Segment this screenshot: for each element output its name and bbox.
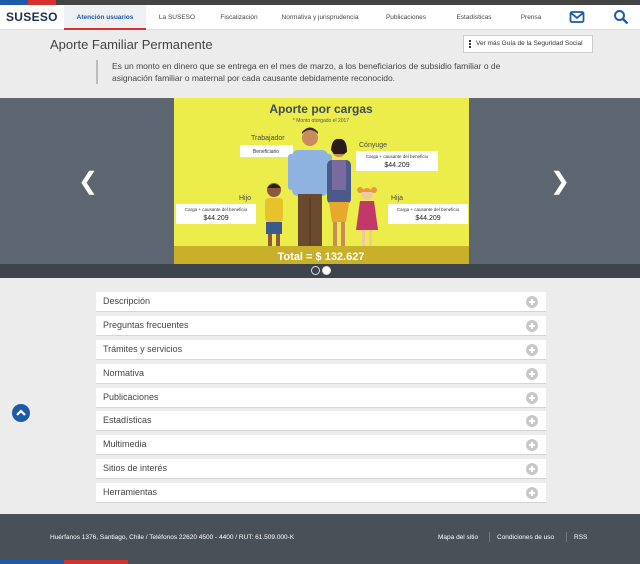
family-infographic: Aporte por cargas * Monto otorgado el 20… xyxy=(174,102,469,264)
nav-publicaciones[interactable]: Publicaciones xyxy=(370,5,442,30)
accordion-label: Multimedia xyxy=(103,439,147,450)
plus-icon[interactable] xyxy=(526,343,538,356)
accordion-label: Estadísticas xyxy=(103,415,152,426)
plus-icon[interactable] xyxy=(526,463,538,476)
search-icon[interactable] xyxy=(613,9,629,25)
accordion-item-sitios[interactable]: Sitios de interés xyxy=(96,459,546,480)
accordion-item-herramientas[interactable]: Herramientas xyxy=(96,483,546,504)
page-title: Aporte Familiar Permanente xyxy=(50,37,213,52)
carousel-slide: Aporte por cargas * Monto otorgado el 20… xyxy=(174,98,469,264)
plus-icon[interactable] xyxy=(526,439,538,452)
page-description: Es un monto en dinero que se entrega en … xyxy=(96,60,536,84)
accordion-list: Descripción Preguntas frecuentes Trámite… xyxy=(96,292,546,507)
accordion-label: Herramientas xyxy=(103,487,158,498)
chevron-up-icon xyxy=(16,409,26,416)
accordion-label: Sitios de interés xyxy=(103,463,168,474)
accordion-label: Publicaciones xyxy=(103,391,159,402)
plus-icon[interactable] xyxy=(526,296,538,308)
suseso-logo[interactable]: SUSESO xyxy=(6,10,58,24)
accordion-label: Descripción xyxy=(103,296,151,306)
carousel-dot-2[interactable] xyxy=(322,266,331,275)
accordion-item-publicaciones[interactable]: Publicaciones xyxy=(96,387,546,408)
girl-figure xyxy=(356,187,378,246)
accordion-label: Preguntas frecuentes xyxy=(103,319,189,330)
site-footer: Huérfanos 1376, Santiago, Chile / Teléfo… xyxy=(0,514,640,564)
main-nav: Atención usuarios La SUSESO Fiscalizació… xyxy=(64,5,556,30)
mail-icon[interactable] xyxy=(569,9,585,25)
father-figure xyxy=(288,127,332,246)
boy-figure xyxy=(265,183,283,246)
hijo-carga: Carga + causante del beneficio xyxy=(185,207,248,212)
accordion-item-multimedia[interactable]: Multimedia xyxy=(96,435,546,456)
carousel-prev-arrow[interactable]: ❮ xyxy=(78,170,98,194)
label-hija: Hija xyxy=(391,195,403,202)
footer-separator xyxy=(566,532,567,542)
footer-separator xyxy=(489,532,490,542)
footer-link-rss[interactable]: RSS xyxy=(574,534,587,541)
nav-normativa[interactable]: Normativa y jurisprudencia xyxy=(270,5,370,30)
nav-fiscalizacion[interactable]: Fiscalización xyxy=(208,5,270,30)
accordion-item-descripcion[interactable]: Descripción xyxy=(96,292,546,312)
footer-link-mapa[interactable]: Mapa del sitio xyxy=(438,534,478,541)
infographic-subtitle: * Monto otorgado el 2017 xyxy=(293,118,349,124)
label-conyuge: Cónyuge xyxy=(359,142,387,149)
label-trabajador: Trabajador xyxy=(251,135,285,142)
label-beneficiario: Beneficiario xyxy=(253,149,279,155)
conyuge-carga: Carga + causante del beneficio xyxy=(366,154,429,159)
nav-prensa[interactable]: Prensa xyxy=(506,5,556,30)
carousel-next-arrow[interactable]: ❯ xyxy=(550,170,570,194)
accordion-item-preguntas[interactable]: Preguntas frecuentes xyxy=(96,315,546,336)
footer-link-condiciones[interactable]: Condiciones de uso xyxy=(497,534,554,541)
accordion-item-normativa[interactable]: Normativa xyxy=(96,363,546,384)
infographic-title: Aporte por cargas xyxy=(269,102,373,116)
more-dots-icon xyxy=(469,40,471,48)
guide-button-label: Ver más Guía de la Seguridad Social xyxy=(476,40,583,47)
plus-icon[interactable] xyxy=(526,319,538,332)
guide-button[interactable]: Ver más Guía de la Seguridad Social xyxy=(463,35,593,53)
footer-address: Huérfanos 1376, Santiago, Chile / Teléfo… xyxy=(50,534,295,541)
conyuge-amount: $44.209 xyxy=(384,162,409,169)
nav-estadisticas[interactable]: Estadísticas xyxy=(442,5,506,30)
carousel-pagination xyxy=(0,264,640,278)
plus-icon[interactable] xyxy=(526,367,538,380)
plus-icon[interactable] xyxy=(526,487,538,500)
page-header: Aporte Familiar Permanente Ver más Guía … xyxy=(0,30,640,98)
hija-amount: $44.209 xyxy=(415,215,440,222)
footer-stripe-blue xyxy=(0,560,64,564)
image-carousel: ❮ ❯ Aporte por cargas * Monto otorgado e… xyxy=(0,98,640,278)
total-text: Total = $ 132.627 xyxy=(278,251,365,263)
site-header: SUSESO Atención usuarios La SUSESO Fisca… xyxy=(0,5,640,30)
nav-atencion-usuarios[interactable]: Atención usuarios xyxy=(64,5,146,30)
label-hijo: Hijo xyxy=(239,195,251,202)
carousel-dot-1[interactable] xyxy=(311,266,320,275)
footer-stripe-red xyxy=(64,560,128,564)
accordion-label: Trámites y servicios xyxy=(103,343,183,354)
plus-icon[interactable] xyxy=(526,391,538,404)
accordion-label: Normativa xyxy=(103,367,145,378)
scroll-to-top-button[interactable] xyxy=(12,404,30,422)
accordion-item-estadisticas[interactable]: Estadísticas xyxy=(96,411,546,432)
hijo-amount: $44.209 xyxy=(203,215,228,222)
nav-la-suseso[interactable]: La SUSESO xyxy=(146,5,208,30)
accordion-item-tramites[interactable]: Trámites y servicios xyxy=(96,339,546,360)
plus-icon[interactable] xyxy=(526,415,538,428)
hija-carga: Carga + causante del beneficio xyxy=(397,207,460,212)
